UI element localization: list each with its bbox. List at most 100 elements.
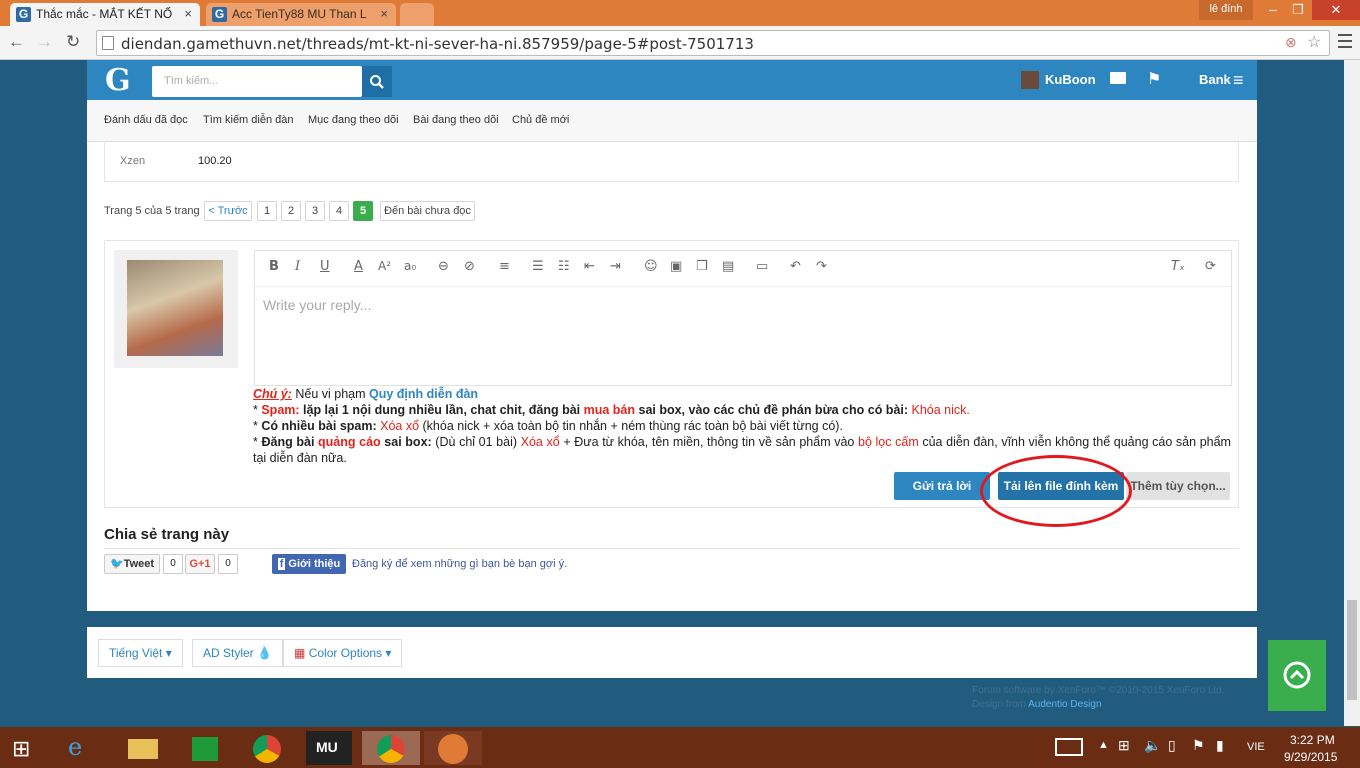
indent-icon[interactable]: ⇥ [610,259,621,274]
page-link[interactable]: 2 [281,201,301,221]
gplus-button[interactable]: G+1 [185,554,215,574]
address-bar[interactable]: diendan.gamethuvn.net/threads/mt-kt-ni-s… [96,30,1330,56]
user-avatar[interactable] [1021,71,1039,89]
unlink-icon[interactable]: ⊘ [464,259,475,274]
minimize-icon[interactable]: – [1258,0,1288,20]
image-icon[interactable]: ▣ [670,259,682,274]
media-icon[interactable]: ❐ [696,259,708,274]
chrome-menu-icon[interactable] [1338,34,1354,50]
back-icon[interactable]: ← [8,32,25,52]
font-color-icon[interactable]: A [354,259,363,274]
post-reply-button[interactable]: Gửi trả lời [894,472,990,500]
chrome-active-icon[interactable] [362,731,420,765]
internet-explorer-icon[interactable]: e [58,731,104,765]
tweet-button[interactable]: 🐦Tweet [104,554,160,574]
prev-page-button[interactable]: < Trước [204,201,252,221]
maximize-icon[interactable]: ❐ [1288,0,1308,20]
input-language[interactable]: VIE [1247,741,1265,753]
nav-watched-threads[interactable]: Bài đang theo dõi [413,114,499,126]
tab-title: Thắc mắc - MẮT KẾT NỐ [36,7,173,21]
redo-icon[interactable]: ↷ [816,259,827,274]
menu-icon[interactable]: ≡ [1233,70,1244,91]
insert-icon[interactable]: ▤ [722,259,734,274]
forward-icon[interactable]: → [36,32,53,52]
bank-link[interactable]: Bank [1199,72,1231,87]
start-button-icon[interactable]: ⊞ [12,736,30,762]
store-icon[interactable] [182,731,228,765]
site-logo[interactable]: G [105,63,131,98]
main-content: Xzen 100.20 Trang 5 của 5 trang < Trước … [87,142,1257,611]
action-center-icon[interactable]: ⚑ [1192,737,1205,754]
underline-icon[interactable]: U [320,259,330,274]
facebook-like-button[interactable]: f Giới thiệu [272,554,346,574]
nav-watched-forums[interactable]: Mục đang theo dõi [308,114,399,126]
page-link[interactable]: 3 [305,201,325,221]
nav-mark-read[interactable]: Đánh dấu đã đọc [104,114,188,126]
toggle-bbcode-icon[interactable]: ⟳ [1205,259,1216,274]
nav-new-threads[interactable]: Chủ đề mới [512,114,569,126]
more-options-button[interactable]: Thêm tùy chọn... [1126,472,1230,500]
volume-icon[interactable]: 🔈 [1144,737,1161,754]
user-avatar-large[interactable] [127,260,223,356]
bullet-list-icon[interactable]: ☰ [532,259,544,274]
styler-chooser[interactable]: AD Styler 💧 [192,639,283,667]
current-page[interactable]: 5 [353,201,373,221]
audentio-link[interactable]: Audentio Design [1028,699,1101,710]
close-window-icon[interactable]: ✕ [1312,0,1360,20]
facebook-text[interactable]: Đăng ký để xem những gì bạn bè bạn gợi ý… [352,558,567,570]
profile-chip[interactable]: lê đính [1199,0,1253,20]
reload-icon[interactable]: ↻ [66,32,80,52]
language-label: Tiếng Việt [109,646,163,660]
smilie-icon[interactable]: ☺ [644,259,658,274]
unread-link[interactable]: Đến bài chưa đọc [380,201,475,221]
tweet-label: Tweet [123,558,155,570]
page-link[interactable]: 1 [257,201,277,221]
show-hidden-icons[interactable]: ▲ [1098,739,1109,751]
font-family-icon[interactable]: a₀ [404,259,416,273]
clock-time[interactable]: 3:22 PM [1290,733,1335,747]
align-icon[interactable]: ≡ [499,259,510,274]
scrollbar-thumb[interactable] [1347,600,1357,700]
bookmark-star-icon[interactable]: ☆ [1307,32,1321,52]
file-explorer-icon[interactable] [120,731,166,765]
username-link[interactable]: KuBoon [1045,72,1096,87]
close-tab-icon[interactable]: × [380,6,388,21]
vertical-scrollbar[interactable] [1344,60,1360,726]
close-tab-icon[interactable]: × [184,6,192,21]
color-options[interactable]: ▦ Color Options ▾ [283,639,403,667]
font-size-icon[interactable]: A² [378,259,391,273]
reply-editor[interactable]: B I U A A² a₀ ⊖ ⊘ ≡ ☰ ☷ ⇤ ⇥ ☺ ▣ ❐ ▤ ▭ ↶ … [254,250,1232,386]
game-launcher-icon[interactable] [424,731,482,765]
save-draft-icon[interactable]: ▭ [756,259,768,274]
inbox-icon[interactable] [1110,72,1126,84]
clock-date[interactable]: 9/29/2015 [1284,750,1337,764]
keyboard-icon[interactable] [1055,738,1083,756]
browser-tab-active[interactable]: G Thắc mắc - MẮT KẾT NỐ × [10,3,200,26]
rule-text: (khóa nick + xóa toàn bộ tin nhắn + ném … [419,419,843,433]
bold-icon[interactable]: B [269,259,279,274]
link-icon[interactable]: ⊖ [438,259,449,274]
windows-flag-icon[interactable]: ⊞ [1118,737,1130,754]
undo-icon[interactable]: ↶ [790,259,801,274]
chrome-icon[interactable] [244,731,290,765]
search-button[interactable] [362,66,392,97]
outdent-icon[interactable]: ⇤ [584,259,595,274]
numbered-list-icon[interactable]: ☷ [558,259,570,274]
italic-icon[interactable]: I [295,259,300,274]
mu-game-icon[interactable]: MU [306,731,352,765]
forum-rules-link[interactable]: Quy định diễn đàn [369,387,478,401]
language-chooser[interactable]: Tiếng Việt ▾ [98,639,183,667]
xenforo-credit[interactable]: Forum software by XenForo™ ©2010-2015 Xe… [972,684,1225,698]
new-tab-button[interactable] [400,3,434,26]
search-input[interactable]: Tìm kiếm... [152,66,362,97]
page-link[interactable]: 4 [329,201,349,221]
nav-search-forum[interactable]: Tìm kiếm diễn đàn [203,114,293,126]
wifi-icon[interactable]: ▮ [1216,737,1224,754]
remove-format-icon[interactable]: Tₓ [1171,259,1185,274]
browser-tab[interactable]: G Acc TienTy88 MU Than L × [206,3,396,26]
scroll-to-top-button[interactable] [1268,640,1326,711]
chevron-down-icon: ▾ [165,646,172,660]
network-icon[interactable]: ▯ [1168,737,1176,754]
alerts-flag-icon[interactable]: ⚑ [1147,69,1161,89]
blocked-content-icon[interactable]: ⊗ [1285,34,1297,51]
